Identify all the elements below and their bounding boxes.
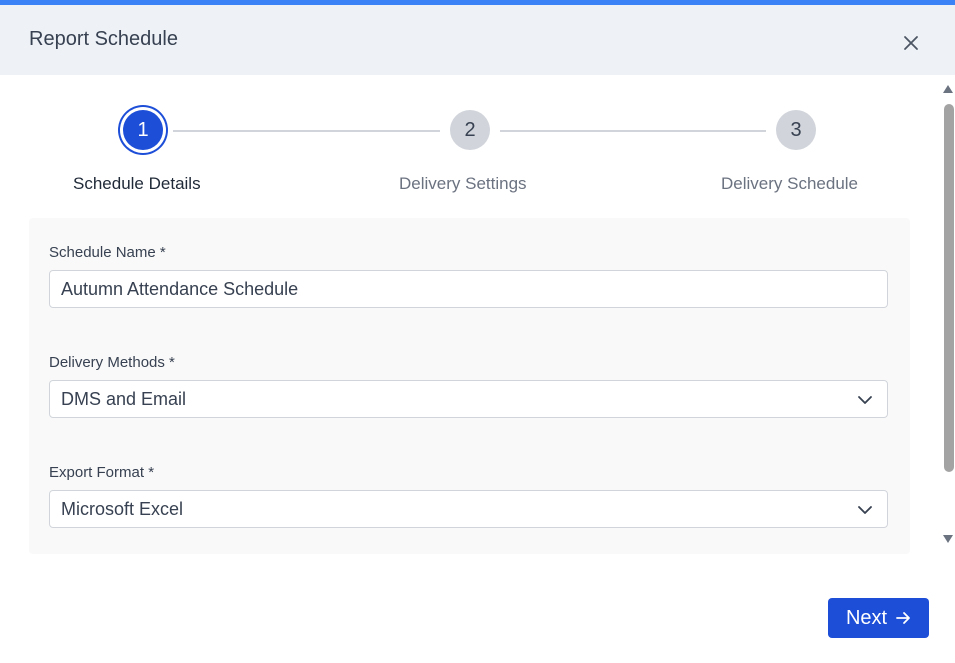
step-3-indicator: 3 (776, 110, 816, 150)
delivery-methods-label: Delivery Methods * (49, 354, 175, 371)
schedule-name-value: Autumn Attendance Schedule (61, 278, 299, 299)
arrow-right-icon (896, 612, 910, 624)
step-1-label: Schedule Details (73, 174, 201, 193)
schedule-name-input[interactable]: Autumn Attendance Schedule (49, 270, 888, 308)
scrollbar-thumb[interactable] (944, 104, 954, 472)
close-icon (904, 36, 918, 50)
step-2-label: Delivery Settings (399, 174, 527, 193)
dialog-header: Report Schedule (0, 5, 955, 75)
step-1-indicator: 1 (123, 110, 163, 150)
delivery-methods-select[interactable]: DMS and Email (49, 380, 888, 418)
scrollbar[interactable] (940, 80, 955, 550)
next-button-label: Next (845, 606, 888, 629)
delivery-methods-value: DMS and Email (61, 388, 187, 409)
scroll-down-arrow-icon[interactable] (943, 535, 953, 543)
export-format-label: Export Format * (49, 464, 155, 481)
export-format-select[interactable]: Microsoft Excel (49, 490, 888, 528)
step-number: 3 (790, 118, 802, 141)
stepper-connector (173, 130, 440, 132)
export-format-value: Microsoft Excel (61, 498, 184, 519)
stepper-connector (500, 130, 766, 132)
step-number: 2 (464, 118, 476, 141)
step-2-indicator: 2 (450, 110, 490, 150)
dialog-title: Report Schedule (29, 28, 178, 50)
schedule-name-label: Schedule Name * (49, 244, 166, 261)
close-button[interactable] (899, 31, 923, 55)
chevron-down-icon (858, 506, 872, 514)
step-3-label: Delivery Schedule (721, 174, 859, 193)
next-button[interactable]: Next (828, 598, 929, 638)
scroll-up-arrow-icon[interactable] (943, 85, 953, 93)
chevron-down-icon (858, 396, 872, 404)
step-number: 1 (137, 118, 149, 141)
